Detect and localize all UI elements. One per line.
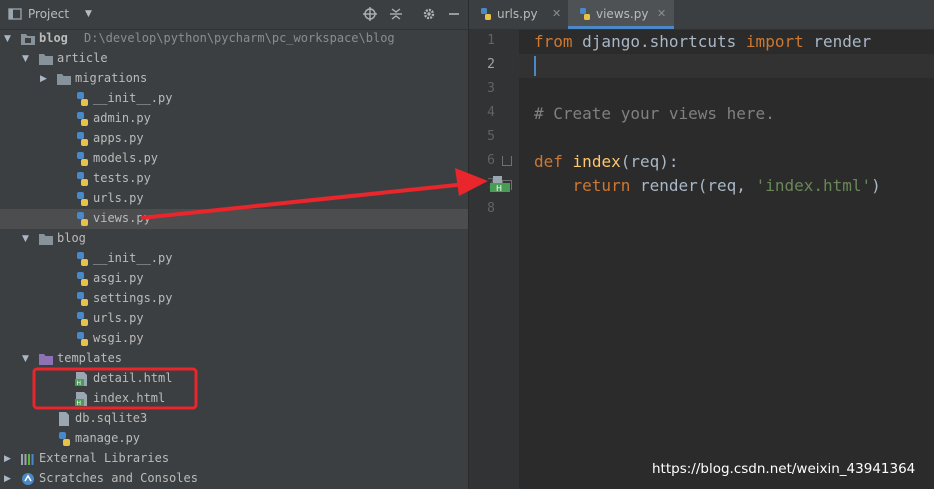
highlight-box bbox=[32, 367, 198, 410]
annotation-overlay bbox=[32, 168, 488, 410]
arrow-head bbox=[455, 168, 488, 196]
annotation-arrow bbox=[140, 181, 477, 220]
